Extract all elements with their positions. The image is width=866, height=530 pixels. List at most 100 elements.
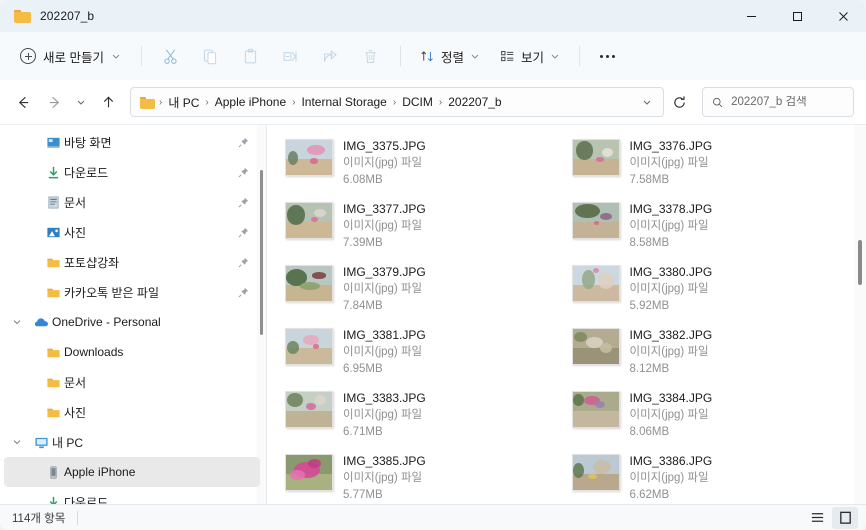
thumb-shape [592, 459, 612, 474]
sidebar-item-apple-iphone[interactable]: Apple iPhone [4, 457, 260, 487]
file-item[interactable]: IMG_3377.JPG 이미지(jpg) 파일 7.39MB [279, 194, 566, 257]
toolbar-divider-1 [140, 46, 142, 66]
breadcrumb-dropdown-button[interactable] [637, 91, 657, 113]
breadcrumb-bar[interactable]: › 내 PC › Apple iPhone › Internal Storage… [130, 87, 664, 117]
folder-icon-wrap [42, 345, 64, 360]
pin-button[interactable] [236, 167, 250, 178]
sidebar-item-다운로드[interactable]: 다운로드 [4, 487, 260, 504]
sort-button[interactable]: 정렬 [411, 40, 489, 72]
sidebar-item-내-pc[interactable]: 내 PC [4, 427, 260, 457]
file-type: 이미지(jpg) 파일 [629, 346, 709, 358]
sidebar-item-label: Downloads [64, 345, 124, 359]
thumb-ground [572, 284, 619, 301]
sidebar-item-카카오톡-받은-파일[interactable]: 카카오톡 받은 파일 [4, 277, 260, 307]
thumb-shape [312, 344, 320, 349]
cut-button[interactable] [152, 40, 190, 72]
file-item[interactable]: IMG_3383.JPG 이미지(jpg) 파일 6.71MB [279, 383, 566, 446]
pin-button[interactable] [236, 197, 250, 208]
expand-indicator[interactable] [4, 318, 30, 326]
list-view-button[interactable] [804, 507, 830, 529]
breadcrumb-item-apple-iphone[interactable]: Apple iPhone [211, 92, 290, 112]
thumb-shape [311, 272, 326, 279]
refresh-button[interactable] [665, 88, 693, 116]
file-item[interactable]: IMG_3382.JPG 이미지(jpg) 파일 8.12MB [566, 320, 853, 383]
pin-button[interactable] [236, 227, 250, 238]
breadcrumb-item-this-pc[interactable]: 내 PC [164, 91, 203, 114]
sidebar-item-label: 카카오톡 받은 파일 [64, 285, 159, 300]
sidebar-item-문서[interactable]: 문서 [4, 367, 260, 397]
expand-indicator[interactable] [4, 438, 30, 446]
file-item[interactable]: IMG_3378.JPG 이미지(jpg) 파일 8.58MB [566, 194, 853, 257]
sidebar-item-포토샵강좌[interactable]: 포토샵강좌 [4, 247, 260, 277]
sidebar-item-onedrive-personal[interactable]: OneDrive - Personal [4, 307, 260, 337]
sidebar-item-다운로드[interactable]: 다운로드 [4, 157, 260, 187]
share-button[interactable] [312, 40, 350, 72]
sidebar-item-사진[interactable]: 사진 [4, 217, 260, 247]
more-options-button[interactable] [590, 40, 624, 72]
paste-button[interactable] [232, 40, 270, 72]
delete-button[interactable] [352, 40, 390, 72]
search-input[interactable] [731, 96, 844, 108]
sidebar-scrollbar-thumb[interactable] [260, 170, 263, 335]
thumb-shape [286, 393, 303, 408]
file-scrollbar-track[interactable] [854, 125, 866, 504]
thumb-shape [287, 150, 298, 165]
file-size: 6.62MB [629, 489, 670, 501]
pin-icon [238, 197, 248, 207]
address-bar: › 내 PC › Apple iPhone › Internal Storage… [0, 80, 866, 124]
file-item[interactable]: IMG_3386.JPG 이미지(jpg) 파일 6.62MB [566, 446, 853, 504]
file-size: 7.84MB [343, 300, 383, 312]
sort-label: 정렬 [440, 50, 464, 65]
close-button[interactable] [820, 0, 866, 32]
sidebar-item-사진[interactable]: 사진 [4, 397, 260, 427]
breadcrumb-item-internal-storage[interactable]: Internal Storage [297, 92, 390, 112]
pin-button[interactable] [236, 137, 250, 148]
file-item[interactable]: IMG_3384.JPG 이미지(jpg) 파일 8.06MB [566, 383, 853, 446]
maximize-button[interactable] [774, 0, 820, 32]
sidebar-item-문서[interactable]: 문서 [4, 187, 260, 217]
back-button[interactable] [8, 87, 38, 117]
sidebar-item-label: OneDrive - Personal [52, 315, 161, 329]
thumb-shape [600, 343, 613, 353]
up-button[interactable] [93, 87, 123, 117]
details-view-button[interactable] [832, 506, 858, 529]
file-item[interactable]: IMG_3381.JPG 이미지(jpg) 파일 6.95MB [279, 320, 566, 383]
copy-button[interactable] [192, 40, 230, 72]
breadcrumb-separator: › [438, 96, 443, 108]
file-name: IMG_3386.JPG [629, 454, 713, 468]
command-bar: 새로 만들기 정렬 보기 [0, 32, 866, 80]
folder-icon [46, 288, 60, 297]
folder-icon [140, 96, 155, 109]
sidebar-item-바탕-화면[interactable]: 바탕 화면 [4, 127, 260, 157]
file-item[interactable]: IMG_3376.JPG 이미지(jpg) 파일 7.58MB [566, 131, 853, 194]
file-item[interactable]: IMG_3385.JPG 이미지(jpg) 파일 5.77MB [279, 446, 566, 504]
breadcrumb-item-dcim[interactable]: DCIM [398, 92, 437, 112]
file-thumbnail [571, 139, 620, 176]
sidebar-item-label: 다운로드 [64, 165, 109, 180]
folder-icon [46, 348, 60, 357]
file-type: 이미지(jpg) 파일 [629, 283, 709, 295]
file-scrollbar-thumb[interactable] [858, 240, 862, 285]
file-item[interactable]: IMG_3379.JPG 이미지(jpg) 파일 7.84MB [279, 257, 566, 320]
new-button[interactable]: 새로 만들기 [12, 40, 131, 72]
sidebar-item-downloads[interactable]: Downloads [4, 337, 260, 367]
forward-button[interactable] [39, 87, 69, 117]
file-type: 이미지(jpg) 파일 [343, 283, 423, 295]
search-box[interactable] [702, 87, 854, 117]
recent-locations-button[interactable] [70, 87, 92, 117]
view-button[interactable]: 보기 [491, 40, 569, 72]
file-item[interactable]: IMG_3375.JPG 이미지(jpg) 파일 6.08MB [279, 131, 566, 194]
file-name: IMG_3382.JPG [629, 328, 713, 342]
file-thumbnail [285, 454, 333, 491]
file-thumbnail [571, 454, 620, 491]
file-size: 8.06MB [629, 426, 670, 438]
pin-button[interactable] [236, 257, 250, 268]
rename-button[interactable] [272, 40, 310, 72]
file-item[interactable]: IMG_3380.JPG 이미지(jpg) 파일 5.92MB [566, 257, 853, 320]
pin-button[interactable] [236, 287, 250, 298]
chevron-down-icon [471, 54, 479, 59]
window-title: 202207_b [40, 9, 95, 23]
minimize-button[interactable] [728, 0, 774, 32]
breadcrumb-item-current[interactable]: 202207_b [444, 92, 505, 112]
sidebar-item-label: 문서 [64, 375, 87, 390]
